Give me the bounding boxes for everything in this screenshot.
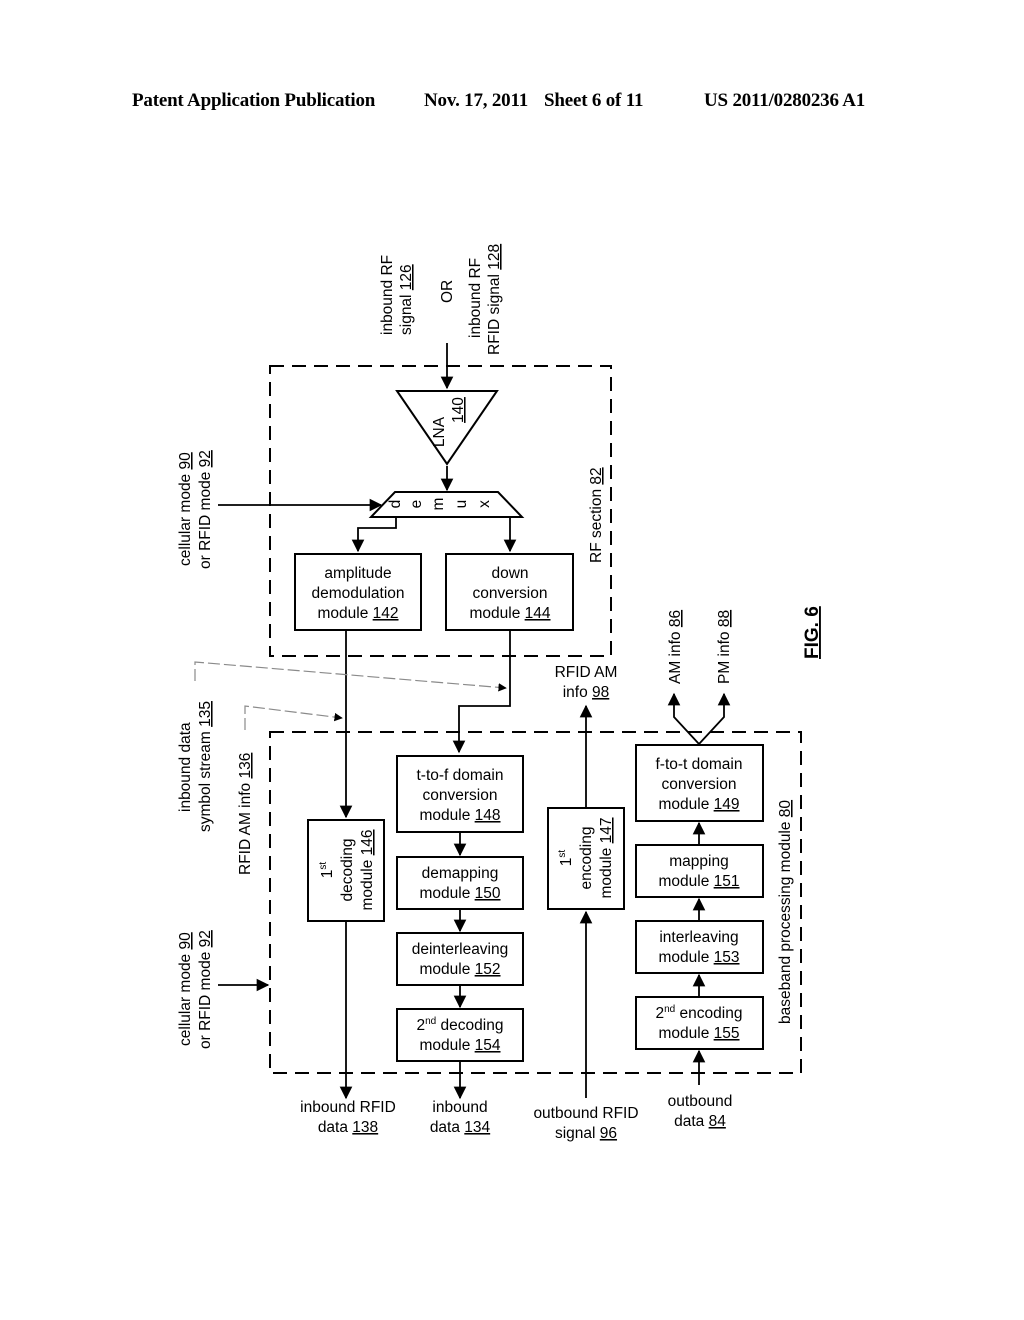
inbound-data-symbol-stream-label: inbound data symbol stream 135 <box>177 701 214 832</box>
rfid-am-info-98-line1: RFID AM <box>555 664 618 681</box>
inbound-rf-line2: signal 126 <box>398 264 415 335</box>
down-conv-line3: module 144 <box>469 605 550 622</box>
ftot-to-am-info-wire <box>667 692 700 745</box>
demux-to-amp-demod-wire <box>351 518 397 553</box>
inbound-stream-line1: inbound data <box>177 722 194 812</box>
lna-label: LNA <box>431 416 448 447</box>
pm-info-label: PM info 88 <box>716 610 733 684</box>
ttof-line1: t-to-f domain <box>416 767 503 784</box>
deinterleaving-line2: module 152 <box>419 961 500 978</box>
demux-letter-x: x <box>476 500 493 508</box>
ftot-line2: conversion <box>662 776 737 793</box>
mode-top-line2: or RFID mode 92 <box>197 450 214 569</box>
inbound-rfid-data-line2: data 138 <box>318 1119 378 1136</box>
encoding1-line3: module 147 <box>598 817 615 898</box>
inbound-data-line2: data 134 <box>430 1119 491 1136</box>
outbound-data-line1: outbound <box>668 1093 733 1110</box>
rfid-am-info-98-line2: info 98 <box>563 684 610 701</box>
ttof-line3: module 148 <box>419 807 500 824</box>
mode-select-label-bottom: cellular mode 90 or RFID mode 92 <box>177 930 214 1049</box>
figure-label: FIG. 6 <box>802 606 823 659</box>
rf-section-label: RF section 82 <box>588 467 605 563</box>
mapping-line1: mapping <box>669 853 728 870</box>
ftot-line1: f-to-t domain <box>655 756 742 773</box>
inbound-rf-line1: inbound RF <box>379 255 396 335</box>
interleaving-line2: module 153 <box>658 949 739 966</box>
mode-top-line1: cellular mode 90 <box>177 452 194 566</box>
demux-letter-u: u <box>453 500 470 509</box>
outbound-data-line2: data 84 <box>674 1113 726 1130</box>
down-conv-line1: down <box>491 565 528 582</box>
interleaving-line1: interleaving <box>659 929 738 946</box>
baseband-label: baseband processing module 80 <box>777 800 794 1024</box>
inbound-stream-leader <box>194 661 507 692</box>
down-conv-line2: conversion <box>473 585 548 602</box>
demux-letter-d: d <box>387 500 404 509</box>
demapping-line1: demapping <box>422 865 499 882</box>
mapping-line2: module 151 <box>658 873 739 890</box>
block-diagram: inbound RF signal 126 OR inbound RF RFID… <box>177 244 823 1142</box>
inbound-stream-line2: symbol stream 135 <box>197 701 214 832</box>
ftot-to-pm-info-wire <box>698 692 731 745</box>
amp-demod-line1: amplitude <box>324 565 391 582</box>
decoding1-line2: decoding <box>339 839 356 902</box>
decoding2-line2: module 154 <box>419 1037 500 1054</box>
mode-bottom-line1: cellular mode 90 <box>177 932 194 1046</box>
rfid-am-info-136-label: RFID AM info 136 <box>237 753 254 875</box>
inbound-data-line1: inbound <box>432 1099 487 1116</box>
mode-select-label-top: cellular mode 90 or RFID mode 92 <box>177 450 214 569</box>
encoding2-line2: module 155 <box>658 1025 739 1042</box>
amp-demod-line2: demodulation <box>311 585 404 602</box>
ttof-line2: conversion <box>423 787 498 804</box>
decoding1-line3: module 146 <box>359 829 376 910</box>
inbound-rfid-signal-label: inbound RF RFID signal 128 <box>467 244 503 355</box>
demux-letter-m: m <box>430 498 447 511</box>
outbound-rfid-signal-line2: signal 96 <box>555 1125 617 1142</box>
amp-demod-line3: module 142 <box>317 605 398 622</box>
inbound-rfid-line2: RFID signal 128 <box>486 244 503 355</box>
inbound-rfid-line1: inbound RF <box>467 258 484 338</box>
downconv-to-ttof-wire <box>452 631 511 754</box>
ftot-line3: module 149 <box>658 796 739 813</box>
inbound-rfid-data-line1: inbound RFID <box>300 1099 396 1116</box>
lna-ref: 140 <box>450 397 467 423</box>
deinterleaving-line1: deinterleaving <box>412 941 509 958</box>
inbound-rf-signal-label: inbound RF signal 126 <box>379 255 415 335</box>
demux-letter-e: e <box>408 500 425 509</box>
or-label: OR <box>439 280 456 303</box>
demapping-line2: module 150 <box>419 885 500 902</box>
am-info-label: AM info 86 <box>667 610 684 684</box>
outbound-rfid-signal-line1: outbound RFID <box>533 1105 638 1122</box>
encoding1-line2: encoding <box>578 827 595 890</box>
rfid-am-info-leader <box>244 705 343 730</box>
mode-bottom-line2: or RFID mode 92 <box>197 930 214 1049</box>
